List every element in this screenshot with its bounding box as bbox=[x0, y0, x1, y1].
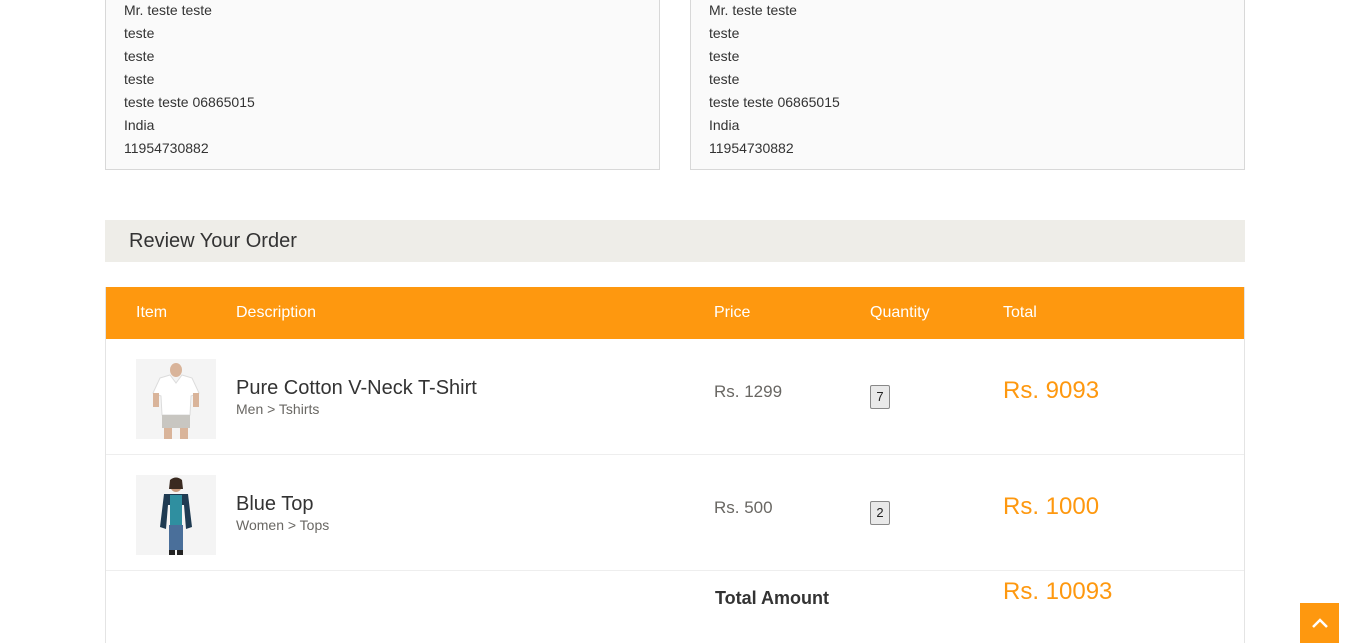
address-line2: teste bbox=[124, 71, 155, 87]
total-amount-label: Total Amount bbox=[715, 588, 829, 608]
top-product-image bbox=[136, 475, 216, 555]
delivery-address-box: Mr. teste teste teste teste teste teste … bbox=[690, 0, 1245, 170]
address-line2: teste bbox=[709, 71, 740, 87]
table-row: Blue Top Women > Tops Rs. 500 2 Rs. 1000 bbox=[106, 455, 1244, 571]
address-name: Mr. teste teste bbox=[709, 2, 797, 18]
address-city-state-zip: teste teste 06865015 bbox=[709, 94, 840, 110]
chevron-up-icon bbox=[1311, 618, 1328, 628]
header-price: Price bbox=[714, 304, 751, 321]
address-company: teste bbox=[709, 25, 740, 41]
address-country: India bbox=[124, 117, 155, 133]
scroll-up-button[interactable] bbox=[1300, 603, 1339, 643]
product-total: Rs. 1000 bbox=[1003, 493, 1100, 520]
product-price: Rs. 500 bbox=[714, 498, 773, 517]
product-category: Women > Tops bbox=[236, 517, 330, 533]
address-line1: teste bbox=[124, 48, 155, 64]
total-amount-value: Rs. 10093 bbox=[1003, 578, 1113, 605]
address-country: India bbox=[709, 117, 740, 133]
product-category: Men > Tshirts bbox=[236, 401, 320, 417]
product-name-link[interactable]: Pure Cotton V-Neck T-Shirt bbox=[236, 377, 477, 400]
billing-address-box: Mr. teste teste teste teste teste teste … bbox=[105, 0, 660, 170]
quantity-button[interactable]: 2 bbox=[870, 501, 890, 525]
tshirt-product-image bbox=[136, 359, 216, 439]
review-order-heading: Review Your Order bbox=[105, 220, 1245, 262]
cart-table: Item Description Price Quantity Total Pu… bbox=[105, 287, 1245, 643]
header-item: Item bbox=[136, 304, 168, 321]
address-city-state-zip: teste teste 06865015 bbox=[124, 94, 255, 110]
product-image-link[interactable] bbox=[136, 475, 216, 555]
table-header: Item Description Price Quantity Total bbox=[106, 287, 1244, 339]
product-total: Rs. 9093 bbox=[1003, 377, 1100, 404]
quantity-button[interactable]: 7 bbox=[870, 385, 890, 409]
total-amount-row: Total Amount Rs. 10093 bbox=[106, 571, 1244, 643]
address-company: teste bbox=[124, 25, 155, 41]
address-phone: 11954730882 bbox=[124, 140, 209, 156]
product-price: Rs. 1299 bbox=[714, 382, 783, 401]
header-total: Total bbox=[1003, 304, 1037, 321]
address-name: Mr. teste teste bbox=[124, 2, 212, 18]
address-line1: teste bbox=[709, 48, 740, 64]
address-phone: 11954730882 bbox=[709, 140, 794, 156]
product-name-link[interactable]: Blue Top bbox=[236, 493, 313, 516]
header-description: Description bbox=[236, 304, 317, 321]
header-quantity: Quantity bbox=[870, 304, 930, 321]
product-image-link[interactable] bbox=[136, 359, 216, 439]
table-row: Pure Cotton V-Neck T-Shirt Men > Tshirts… bbox=[106, 339, 1244, 455]
